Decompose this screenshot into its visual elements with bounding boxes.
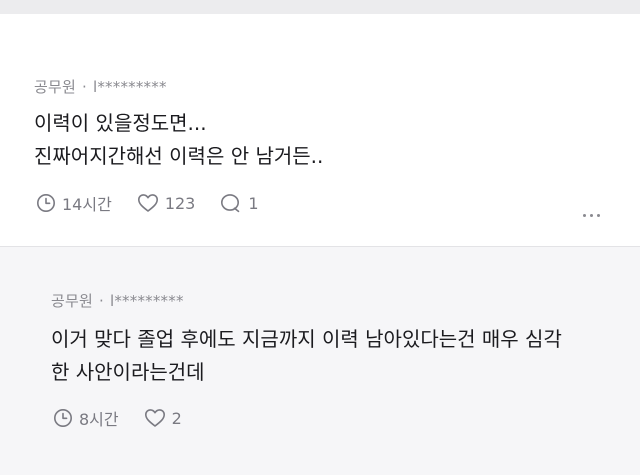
post-time-label: 14시간 bbox=[62, 195, 112, 214]
post-author[interactable]: 공무원 bbox=[34, 78, 76, 96]
reply-meta-separator: · bbox=[99, 292, 104, 310]
post-comment-button[interactable]: 1 bbox=[220, 193, 259, 213]
reply-like-button[interactable]: 2 bbox=[144, 408, 182, 428]
reply-content-line: 한 사안이라는건데 bbox=[51, 360, 205, 384]
post-content: 이력이 있을정도면... 진짜어지간해선 이력은 안 남거든.. bbox=[34, 107, 323, 173]
reply: 공무원 · l********* 이거 맞다 졸업 후에도 지금까지 이력 남아있다… bbox=[0, 247, 640, 475]
post-content-line: 진짜어지간해선 이력은 안 남거든.. bbox=[34, 144, 324, 168]
clock-icon bbox=[36, 193, 62, 213]
post-content-line: 이력이 있을정도면... bbox=[34, 111, 207, 135]
heart-icon bbox=[144, 408, 172, 428]
post-author-meta: 공무원 · l********* bbox=[34, 76, 167, 97]
top-divider-bar bbox=[0, 0, 640, 14]
reply-author[interactable]: 공무원 bbox=[51, 292, 93, 310]
reply-author-meta: 공무원 · l********* bbox=[51, 290, 184, 311]
heart-icon bbox=[137, 193, 165, 213]
reply-content: 이거 맞다 졸업 후에도 지금까지 이력 남아있다는건 매우 심각 한 사안이라… bbox=[51, 323, 562, 389]
post-handle: l********* bbox=[92, 78, 167, 96]
reply-handle: l********* bbox=[109, 292, 184, 310]
reply-time-label: 8시간 bbox=[79, 410, 119, 429]
post-actions: 14시간 123 1 bbox=[36, 191, 284, 215]
more-dot bbox=[597, 214, 600, 217]
more-dot bbox=[590, 214, 593, 217]
post-comment-count: 1 bbox=[248, 193, 259, 213]
more-icon[interactable] bbox=[583, 214, 600, 217]
post-time: 14시간 bbox=[36, 191, 112, 215]
reply-like-count: 2 bbox=[171, 408, 182, 428]
more-dot bbox=[583, 214, 586, 217]
comment-icon bbox=[220, 193, 248, 213]
reply-actions: 8시간 2 bbox=[53, 406, 207, 430]
reply-content-line: 이거 맞다 졸업 후에도 지금까지 이력 남아있다는건 매우 심각 bbox=[51, 327, 562, 351]
reply-time: 8시간 bbox=[53, 406, 119, 430]
post-meta-separator: · bbox=[82, 78, 87, 96]
post-like-count: 123 bbox=[164, 193, 196, 213]
post: 공무원 · l********* 이력이 있을정도면... 진짜어지간해선 이력은 … bbox=[0, 14, 640, 247]
post-like-button[interactable]: 123 bbox=[137, 193, 196, 213]
clock-icon bbox=[53, 408, 79, 428]
